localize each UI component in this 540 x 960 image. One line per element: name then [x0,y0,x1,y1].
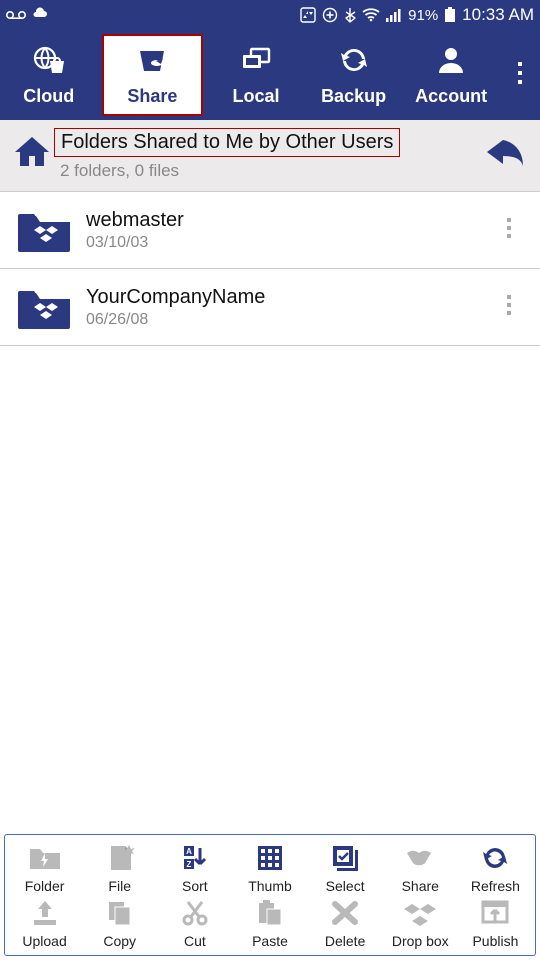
battery-icon [444,7,456,23]
signal-icon [386,8,402,22]
tool-label: Thumb [248,878,292,894]
tool-label: Select [326,878,365,894]
tab-local-label: Local [232,86,279,107]
publish-icon [478,898,512,931]
reply-arrow-icon [483,132,527,177]
sync-icon [337,43,371,82]
vertical-dots-icon [516,59,524,92]
tool-label: Refresh [471,878,520,894]
tool-label: Upload [22,933,66,949]
subheader-title: Folders Shared to Me by Other Users [54,128,400,157]
folder-name: webmaster [86,209,494,232]
dropbox-folder-icon [16,283,72,331]
tab-backup-label: Backup [321,86,386,107]
tool-thumb[interactable]: Thumb [232,841,307,896]
tool-paste[interactable]: Paste [232,896,307,951]
dropbox-folder-icon [16,206,72,254]
copy-icon [103,898,137,931]
battery-pct: 91% [408,7,438,24]
svg-text:A: A [186,847,192,856]
tool-label: Copy [103,933,136,949]
delete-x-icon [328,898,362,931]
scissors-icon [178,898,212,931]
tool-label: Sort [182,878,208,894]
check-box-icon [328,843,362,876]
cloud-app-icon [32,6,48,24]
person-icon [434,43,468,82]
tab-account-label: Account [415,86,487,107]
file-list: webmaster 03/10/03 YourCompanyName 06/26… [0,191,540,346]
tab-share-label: Share [127,86,177,107]
tool-folder[interactable]: Folder [7,841,82,896]
subheader: Folders Shared to Me by Other Users 2 fo… [0,120,540,191]
row-overflow[interactable] [494,294,524,321]
tool-label: Drop box [392,933,449,949]
tool-delete[interactable]: Delete [308,896,383,951]
grid-icon [253,843,287,876]
tool-refresh[interactable]: Refresh [458,841,533,896]
tool-upload[interactable]: Upload [7,896,82,951]
status-bar: 91% 10:33 AM [0,0,540,30]
vertical-dots-icon [506,294,512,321]
sort-az-icon: AZ [178,843,212,876]
folder-date: 06/26/08 [86,311,494,329]
tool-share[interactable]: Share [383,841,458,896]
globe-bag-icon [32,43,66,82]
back-button[interactable] [480,130,530,180]
tool-label: Share [402,878,439,894]
upload-icon [28,898,62,931]
tool-label: Publish [472,933,518,949]
paste-icon [253,898,287,931]
tab-share[interactable]: Share [102,34,204,116]
handshake-icon [403,843,437,876]
dropbox-icon [403,898,437,931]
home-icon [13,134,51,175]
bluetooth-icon [344,7,356,23]
share-box-icon [135,43,169,82]
tool-cut[interactable]: Cut [157,896,232,951]
tool-label: Delete [325,933,365,949]
plus-circle-icon [322,7,338,23]
nav-tabs: Cloud Share Local Backup Account [0,30,540,120]
monitors-icon [239,43,273,82]
folder-bolt-icon [28,843,62,876]
folder-name: YourCompanyName [86,286,494,309]
tool-sort[interactable]: AZ Sort [157,841,232,896]
bottom-toolbar: Folder File AZ Sort Thumb Select Share R… [4,834,536,956]
tool-label: File [108,878,131,894]
subheader-text: Folders Shared to Me by Other Users 2 fo… [54,128,480,181]
tool-copy[interactable]: Copy [82,896,157,951]
tab-cloud[interactable]: Cloud [0,30,98,120]
tool-label: Folder [25,878,65,894]
nav-overflow[interactable] [500,30,540,120]
wifi-icon [362,8,380,22]
file-new-icon [103,843,137,876]
tab-local[interactable]: Local [207,30,305,120]
tab-backup[interactable]: Backup [305,30,403,120]
tool-publish[interactable]: Publish [458,896,533,951]
row-overflow[interactable] [494,217,524,244]
voicemail-icon [6,7,26,24]
folder-date: 03/10/03 [86,234,494,252]
tool-file[interactable]: File [82,841,157,896]
refresh-icon [478,843,512,876]
recycle-icon [300,7,316,23]
tool-label: Cut [184,933,206,949]
folder-row[interactable]: webmaster 03/10/03 [0,191,540,269]
tool-label: Paste [252,933,288,949]
svg-text:Z: Z [186,860,191,869]
vertical-dots-icon [506,217,512,244]
tab-account[interactable]: Account [402,30,500,120]
clock-text: 10:33 AM [462,5,534,25]
tool-select[interactable]: Select [308,841,383,896]
subheader-subtitle: 2 folders, 0 files [60,161,480,181]
home-button[interactable] [10,133,54,177]
folder-row[interactable]: YourCompanyName 06/26/08 [0,269,540,346]
tool-dropbox[interactable]: Drop box [383,896,458,951]
tab-cloud-label: Cloud [23,86,74,107]
